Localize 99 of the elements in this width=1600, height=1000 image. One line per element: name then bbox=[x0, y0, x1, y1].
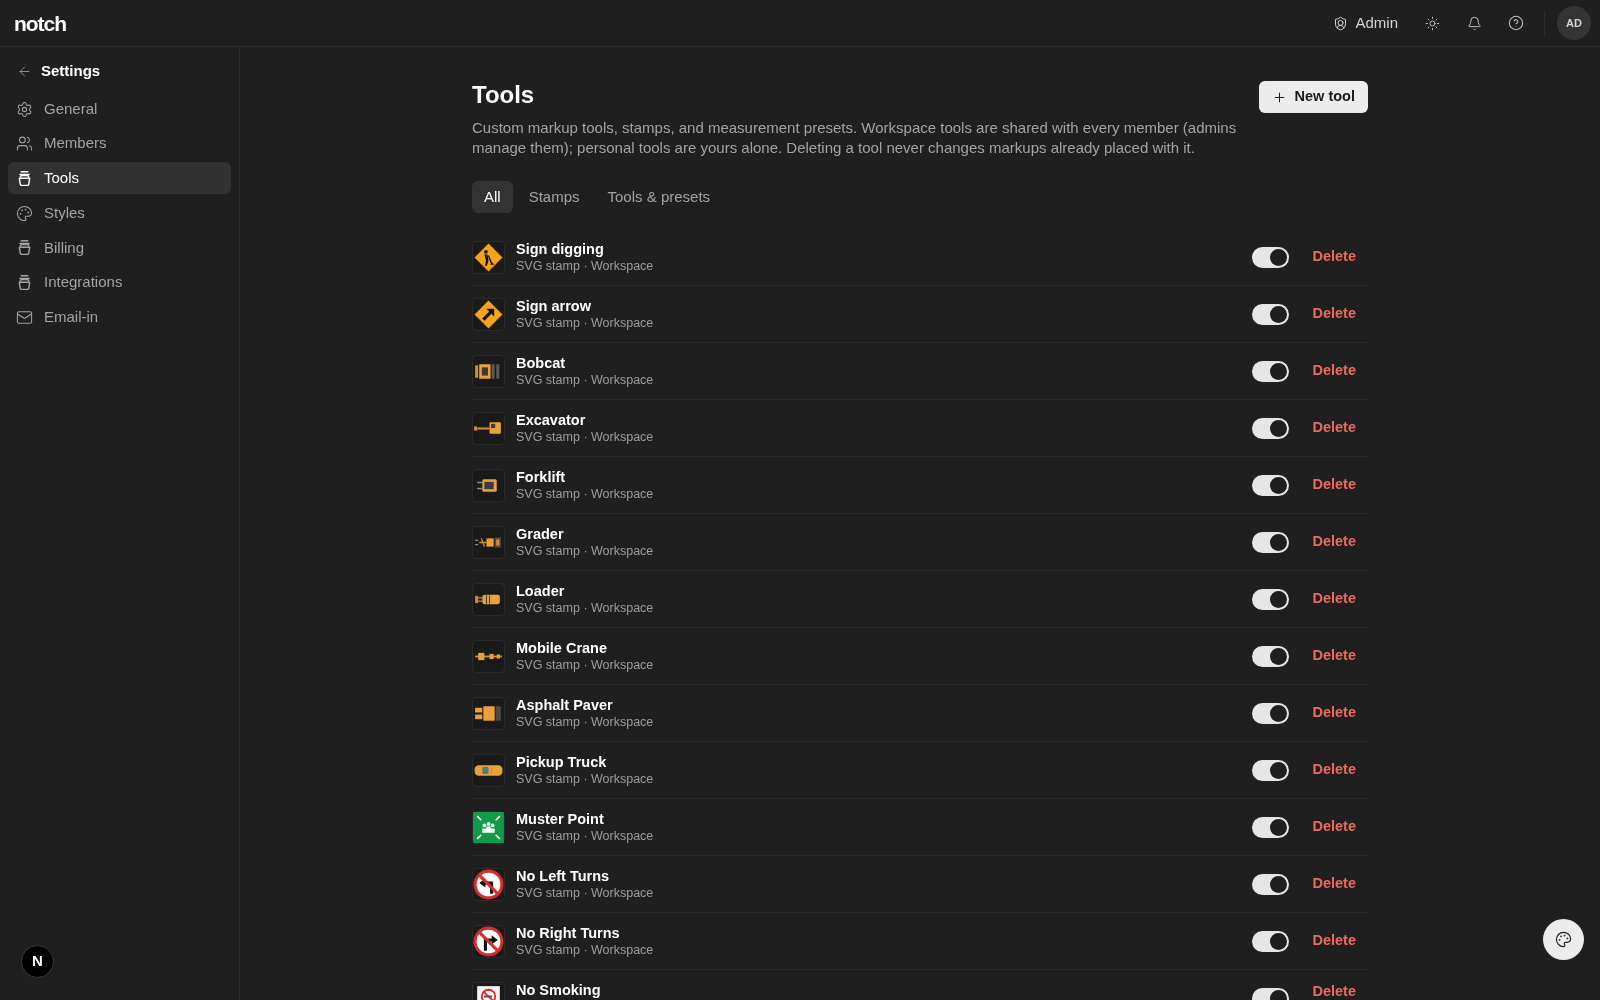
user-avatar[interactable]: AD bbox=[1557, 6, 1591, 40]
bucket-icon bbox=[16, 169, 33, 187]
tool-name: Bobcat bbox=[516, 354, 566, 372]
admin-button[interactable]: Admin bbox=[1325, 7, 1406, 39]
tool-name: No Right Turns bbox=[516, 924, 620, 942]
delete-button[interactable]: Delete bbox=[1300, 356, 1368, 386]
sidebar-item[interactable]: Billing bbox=[8, 231, 231, 264]
excavator-icon bbox=[472, 411, 505, 445]
tool-meta: SVG stamp · Workspace bbox=[516, 714, 654, 730]
forklift-icon bbox=[472, 468, 505, 502]
toggle-switch[interactable] bbox=[1252, 474, 1290, 496]
muster-point-icon bbox=[472, 810, 505, 844]
tool-meta: SVG stamp · Workspace bbox=[516, 258, 654, 274]
digging-sign-icon bbox=[472, 240, 505, 274]
sidebar-item[interactable]: Tools bbox=[8, 162, 231, 195]
plus-icon bbox=[1271, 89, 1287, 105]
arrow-sign-icon bbox=[472, 297, 505, 331]
shield-user-icon bbox=[1333, 15, 1349, 31]
mail-icon bbox=[16, 308, 33, 326]
tool-name: Sign digging bbox=[516, 240, 604, 258]
toggle-switch[interactable] bbox=[1252, 303, 1290, 325]
sun-icon bbox=[1424, 15, 1440, 31]
pickup-truck-icon bbox=[472, 753, 505, 787]
toggle-switch[interactable] bbox=[1252, 417, 1290, 439]
palette-icon bbox=[16, 204, 33, 222]
delete-button[interactable]: Delete bbox=[1300, 413, 1368, 443]
crane-icon bbox=[472, 639, 505, 673]
back-link[interactable]: Settings bbox=[8, 57, 101, 85]
tool-name: Excavator bbox=[516, 411, 586, 429]
toggle-switch[interactable] bbox=[1252, 360, 1290, 382]
sidebar-item[interactable]: Members bbox=[8, 127, 231, 160]
users-icon bbox=[16, 135, 33, 153]
dev-badge[interactable]: N bbox=[21, 945, 54, 978]
tool-name: Mobile Crane bbox=[516, 639, 608, 657]
tool-meta: SVG stamp · Workspace bbox=[516, 372, 654, 388]
toggle-switch[interactable] bbox=[1252, 246, 1290, 268]
bucket-icon bbox=[16, 273, 33, 291]
toggle-switch[interactable] bbox=[1252, 873, 1290, 895]
sidebar-item[interactable]: Styles bbox=[8, 197, 231, 230]
tool-meta: SVG stamp · Workspace bbox=[516, 486, 654, 502]
delete-button[interactable]: Delete bbox=[1300, 242, 1368, 272]
bell-icon bbox=[1466, 15, 1482, 31]
grader-icon bbox=[472, 525, 505, 559]
tool-name: Loader bbox=[516, 582, 565, 600]
toggle-switch[interactable] bbox=[1252, 645, 1290, 667]
delete-button[interactable]: Delete bbox=[1300, 812, 1368, 842]
tool-name: No Smoking bbox=[516, 981, 601, 999]
help-icon bbox=[1508, 15, 1524, 31]
loader-icon bbox=[472, 582, 505, 616]
toggle-switch[interactable] bbox=[1252, 702, 1290, 724]
delete-button[interactable]: Delete bbox=[1300, 299, 1368, 329]
tool-name: Muster Point bbox=[516, 810, 604, 828]
tool-name: Sign arrow bbox=[516, 297, 591, 315]
delete-button[interactable]: Delete bbox=[1300, 980, 1368, 1000]
tool-meta: SVG stamp · Workspace bbox=[516, 771, 654, 787]
tool-name: Forklift bbox=[516, 468, 566, 486]
tool-meta: SVG stamp · Workspace bbox=[516, 828, 654, 844]
delete-button[interactable]: Delete bbox=[1300, 584, 1368, 614]
tab[interactable]: Tools & presets bbox=[595, 181, 723, 213]
delete-button[interactable]: Delete bbox=[1300, 527, 1368, 557]
delete-button[interactable]: Delete bbox=[1300, 755, 1368, 785]
tab[interactable]: All bbox=[472, 181, 513, 213]
delete-button[interactable]: Delete bbox=[1300, 698, 1368, 728]
tool-meta: SVG stamp · Workspace bbox=[516, 942, 654, 958]
tool-meta: SVG stamp · Workspace bbox=[516, 315, 654, 331]
new-tool-button[interactable]: New tool bbox=[1258, 81, 1368, 113]
page-title: Tools bbox=[472, 80, 535, 110]
tool-name: Grader bbox=[516, 525, 564, 543]
app-logo[interactable]: notch bbox=[14, 12, 66, 34]
sidebar-item[interactable]: General bbox=[8, 93, 231, 125]
tool-name: Pickup Truck bbox=[516, 753, 607, 771]
tab[interactable]: Stamps bbox=[516, 181, 592, 213]
tool-meta: SVG stamp · Workspace bbox=[516, 543, 654, 559]
tool-name: Asphalt Paver bbox=[516, 696, 613, 714]
palette-button[interactable] bbox=[1543, 919, 1584, 960]
tool-meta: SVG stamp · Workspace bbox=[516, 885, 654, 901]
paver-icon bbox=[472, 696, 505, 730]
delete-button[interactable]: Delete bbox=[1300, 869, 1368, 899]
toggle-switch[interactable] bbox=[1252, 816, 1290, 838]
toggle-switch[interactable] bbox=[1252, 531, 1290, 553]
sidebar-item[interactable]: Integrations bbox=[8, 266, 231, 299]
toggle-switch[interactable] bbox=[1252, 759, 1290, 781]
tool-meta: SVG stamp · Workspace bbox=[516, 429, 654, 445]
page-description: Custom markup tools, stamps, and measurement presets. Workspace tools are shared with every member (admins manage them); personal tools are yours alone. Deleting a tool never changes markups already placed with it. bbox=[472, 118, 1238, 158]
delete-button[interactable]: Delete bbox=[1300, 926, 1368, 956]
toggle-switch[interactable] bbox=[1252, 930, 1290, 952]
tool-meta: SVG stamp · Workspace bbox=[516, 657, 654, 673]
no-left-turn-icon bbox=[472, 867, 505, 901]
tool-name: No Left Turns bbox=[516, 867, 610, 885]
bobcat-icon bbox=[472, 354, 505, 388]
bucket-icon bbox=[16, 239, 33, 257]
tool-meta: SVG stamp · Workspace bbox=[516, 600, 654, 616]
delete-button[interactable]: Delete bbox=[1300, 641, 1368, 671]
delete-button[interactable]: Delete bbox=[1300, 470, 1368, 500]
settings-icon bbox=[16, 100, 33, 118]
sidebar-item[interactable]: Email-in bbox=[8, 301, 231, 334]
palette-icon bbox=[1555, 931, 1572, 948]
toggle-switch[interactable] bbox=[1252, 588, 1290, 610]
no-right-turn-icon bbox=[472, 924, 505, 958]
